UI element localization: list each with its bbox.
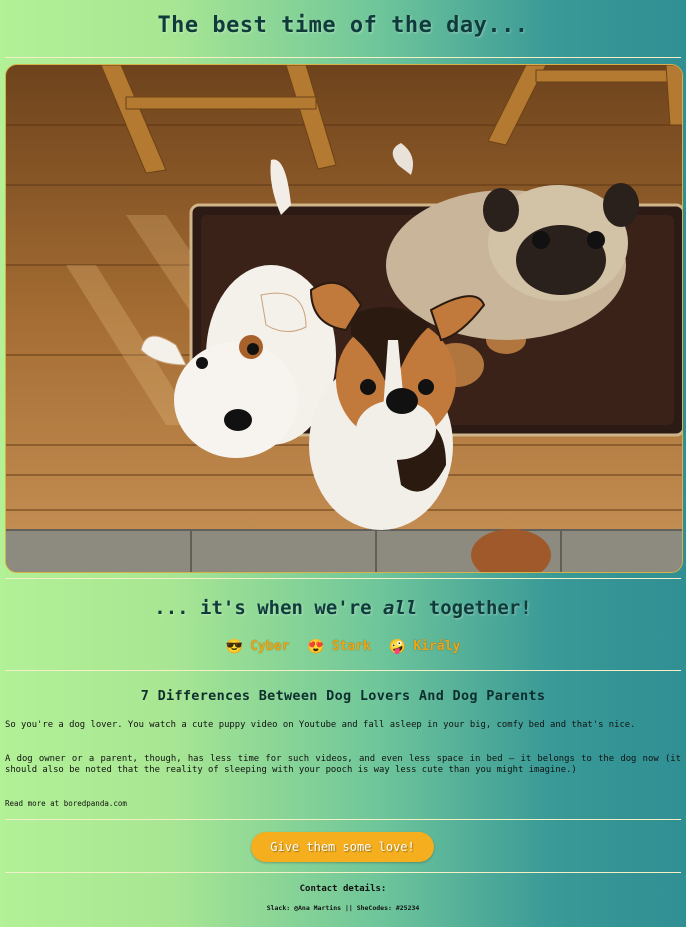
divider [5,670,681,671]
dog-name-stark: 😍 Stark [307,639,371,654]
divider [5,57,681,58]
divider [5,872,681,873]
subtitle-prefix: ... it's when we're [154,597,384,619]
dog-name-label: Cyber [250,639,290,654]
smiling-face-with-sunglasses-icon: 😎 [225,638,244,655]
divider [5,819,681,820]
subtitle-emphasis: all [383,597,418,619]
divider [5,578,681,579]
dogs-photo-illustration [6,65,682,572]
article-paragraph-1: So you're a dog lover. You watch a cute … [5,720,636,730]
give-love-button[interactable]: Give them some love! [251,832,434,862]
dog-name-label: Stark [331,639,371,654]
dog-name-cyber: 😎 Cyber [226,639,290,654]
dog-name-label: Király [413,639,461,654]
smiling-face-with-heart-eyes-icon: 😍 [307,638,325,655]
dog-name-kiraly: 🤪 Király [389,639,460,654]
zany-face-icon: 🤪 [388,638,407,655]
contact-details: Slack: @Ana Martins || SheCodes: #25234 [266,904,420,912]
subtitle: ... it's when we're all together! [0,597,686,619]
page-title: The best time of the day... [157,13,529,38]
dog-names: 😎 Cyber 😍 Stark 🤪 Király [0,639,686,654]
read-more-link[interactable]: Read more at boredpanda.com [5,799,127,808]
dogs-photo [5,64,683,573]
article-title: 7 Differences Between Dog Lovers And Dog… [140,688,546,704]
contact-label: Contact details: [299,884,387,894]
article-paragraph-2: A dog owner or a parent, though, has les… [5,754,681,775]
subtitle-suffix: together! [417,597,532,619]
page: The best time of the day... ... it's whe… [0,0,686,927]
